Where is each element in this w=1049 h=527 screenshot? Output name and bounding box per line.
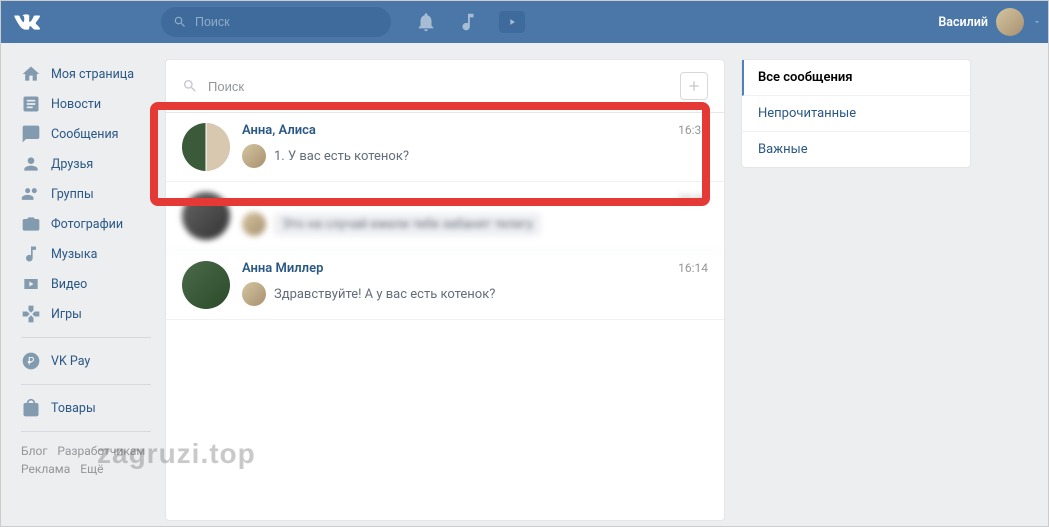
nav-label: Друзья [51,157,93,172]
camera-icon [21,214,41,234]
sender-avatar [242,282,266,306]
filter-label: Важные [758,142,808,157]
footer-dev[interactable]: Разработчикам [57,444,145,458]
user-avatar [996,8,1024,36]
messages-icon [21,124,41,144]
play-button[interactable] [499,11,525,33]
video-icon [21,274,41,294]
vk-logo[interactable] [13,8,41,36]
nav-label: Музыка [51,247,97,262]
bag-icon [21,398,41,418]
messages-search-bar [166,60,724,113]
conversation-avatar [182,123,230,171]
music-icon[interactable] [457,11,479,33]
footer-more[interactable]: Ещё [80,462,103,476]
nav-separator [21,431,151,432]
nav-my-page[interactable]: Моя страница [11,59,165,89]
header-search[interactable] [161,7,391,37]
gamepad-icon [21,304,41,324]
nav-video[interactable]: Видео [11,269,165,299]
sender-avatar [242,144,266,168]
nav-photos[interactable]: Фотографии [11,209,165,239]
conversation-item[interactable]: Анна Миллер 16:14 Здравствуйте! А у вас … [166,251,724,320]
friends-icon [21,154,41,174]
conversation-preview: 1. У вас есть котенок? [274,149,409,164]
nav-separator [21,384,151,385]
nav-label: Сообщения [51,127,119,142]
footer-ads[interactable]: Реклама [21,462,70,476]
messages-panel: Анна, Алиса 16:30 1. У вас есть котенок?… [165,59,725,521]
bell-icon[interactable] [415,11,437,33]
filter-important[interactable]: Важные [742,132,970,167]
nav-friends[interactable]: Друзья [11,149,165,179]
search-icon [182,78,198,94]
sender-avatar [242,212,266,236]
nav-label: Фотографии [51,217,123,232]
conversation-item[interactable]: Анна, Алиса 16:30 1. У вас есть котенок? [166,113,724,182]
footer-links: Блог Разработчикам Реклама Ещё [11,440,165,480]
conversation-item[interactable]: 16:24 Это на случай ежели тебе забанят т… [166,182,724,251]
conversation-name: Анна Миллер [242,261,323,276]
footer-blog[interactable]: Блог [21,444,47,458]
username-label: Василий [938,15,988,30]
nav-messages[interactable]: Сообщения [11,119,165,149]
nav-groups[interactable]: Группы [11,179,165,209]
home-icon [21,64,41,84]
search-input[interactable] [195,15,379,29]
conversation-time: 16:24 [678,192,708,206]
nav-goods[interactable]: Товары [11,393,165,423]
plus-icon [686,78,702,94]
new-chat-button[interactable] [680,72,708,100]
nav-label: Товары [51,401,96,416]
nav-separator [21,337,151,338]
filter-unread[interactable]: Непрочитанные [742,96,970,132]
svg-text:₽: ₽ [28,356,35,367]
nav-label: Новости [51,97,101,112]
chevron-down-icon [1032,17,1042,27]
filter-all[interactable]: Все сообщения [742,60,970,96]
nav-label: Видео [51,277,87,292]
nav-label: Моя страница [51,67,134,82]
header-icons [415,11,525,33]
nav-label: Игры [51,307,82,322]
search-icon [173,15,187,29]
play-icon [507,17,517,27]
conversation-time: 16:30 [678,123,708,137]
nav-news[interactable]: Новости [11,89,165,119]
top-header: Василий [1,1,1048,43]
conversation-preview: Это на случай ежели тебе забанят телегу [274,213,541,236]
conversation-avatar [182,192,230,240]
conversation-name: Анна, Алиса [242,123,316,138]
nav-label: Группы [51,187,94,202]
filter-panel: Все сообщения Непрочитанные Важные [741,59,971,168]
conversation-avatar [182,261,230,309]
music-note-icon [21,244,41,264]
messages-search-input[interactable] [208,79,670,94]
nav-vkpay[interactable]: ₽ VK Pay [11,346,165,376]
news-icon [21,94,41,114]
nav-music[interactable]: Музыка [11,239,165,269]
filter-label: Непрочитанные [758,106,856,121]
ruble-icon: ₽ [21,351,41,371]
group-icon [21,184,41,204]
user-menu[interactable]: Василий [938,8,1042,36]
conversation-time: 16:14 [678,261,708,275]
filter-label: Все сообщения [758,70,853,85]
left-nav: Моя страница Новости Сообщения Друзья Гр… [1,51,165,521]
nav-label: VK Pay [51,354,90,369]
conversation-preview: Здравствуйте! А у вас есть котенок? [274,287,495,302]
nav-games[interactable]: Игры [11,299,165,329]
